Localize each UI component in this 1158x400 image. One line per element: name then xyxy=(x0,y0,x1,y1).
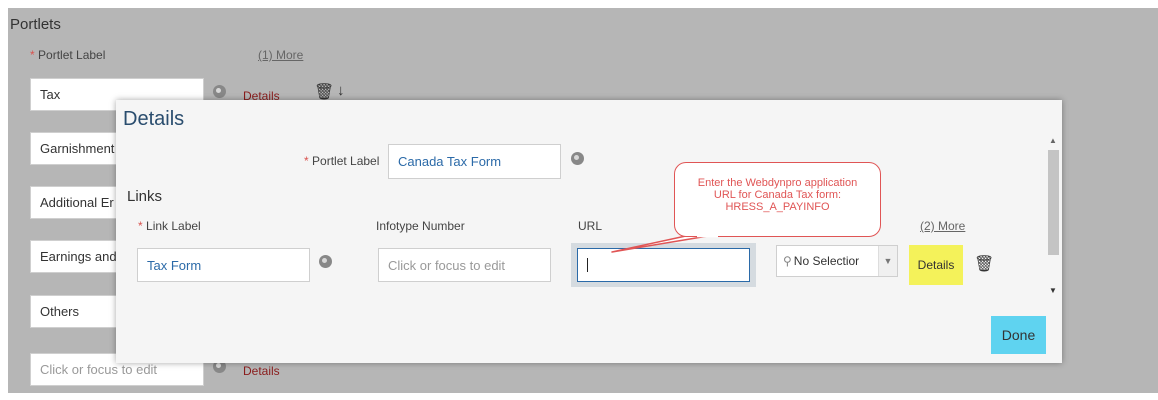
callout-pointer-cover xyxy=(697,234,718,238)
